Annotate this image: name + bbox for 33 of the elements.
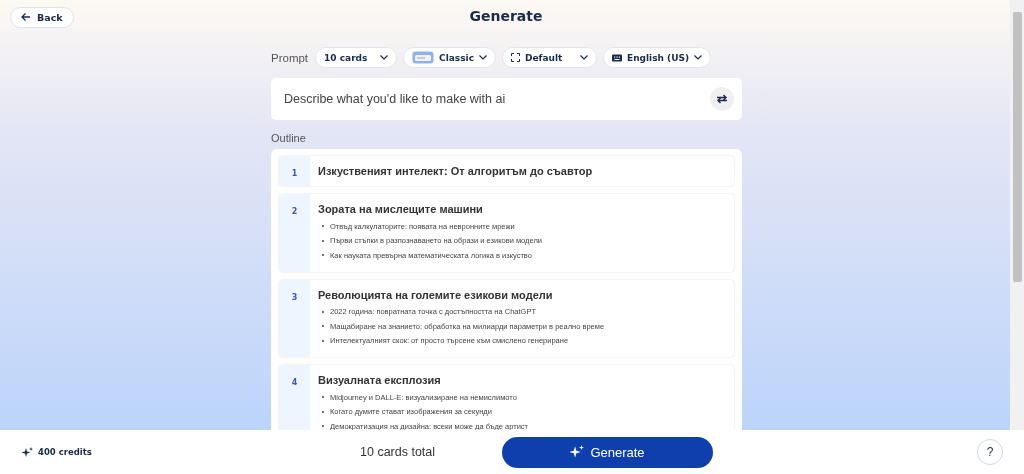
back-button[interactable]: Back [10, 6, 74, 28]
chevron-down-icon [580, 55, 588, 60]
sparkle-icon [22, 446, 33, 458]
card-number: 2 [279, 194, 310, 272]
theme-thumbnail-icon [412, 51, 435, 64]
back-arrow-icon [21, 12, 31, 22]
prompt-input-field[interactable]: Describe what you'd like to make with ai [271, 78, 742, 120]
card-number: 4 [279, 365, 310, 430]
scrollbar[interactable] [1010, 0, 1024, 430]
option-dropdown[interactable]: Classic [403, 47, 496, 68]
card-title: Изкуственият интелект: От алгоритъм до съавтор [318, 165, 594, 177]
chevron-down-icon [380, 55, 389, 60]
card-title: Зората на мислещите машини [318, 203, 484, 215]
option-dropdown[interactable]: 10 cards [315, 47, 398, 68]
card-title: Визуалната експлозия [318, 374, 442, 386]
option-dropdown[interactable]: Default [502, 47, 597, 68]
help-button[interactable]: ? [977, 439, 1003, 465]
generate-button[interactable]: Generate [502, 436, 713, 468]
chevron-down-icon [694, 55, 703, 60]
card-title: Революцията на големите езикови модели [318, 288, 554, 301]
page-title: Generate [468, 8, 544, 24]
prompt-label: Prompt [271, 51, 309, 64]
card-number: 3 [279, 279, 310, 357]
sparkle-icon [570, 445, 585, 459]
keyboard-icon [612, 53, 622, 62]
card-number: 1 [279, 156, 310, 186]
option-dropdown[interactable]: English (US) [603, 47, 712, 68]
chevron-down-icon [479, 55, 487, 60]
swap-arrows-icon [716, 93, 728, 105]
frame-icon [511, 53, 520, 62]
credits-text: 400 credits [38, 447, 92, 457]
cards-total: 10 cards total [360, 445, 437, 459]
outline-label: Outline [271, 132, 307, 144]
